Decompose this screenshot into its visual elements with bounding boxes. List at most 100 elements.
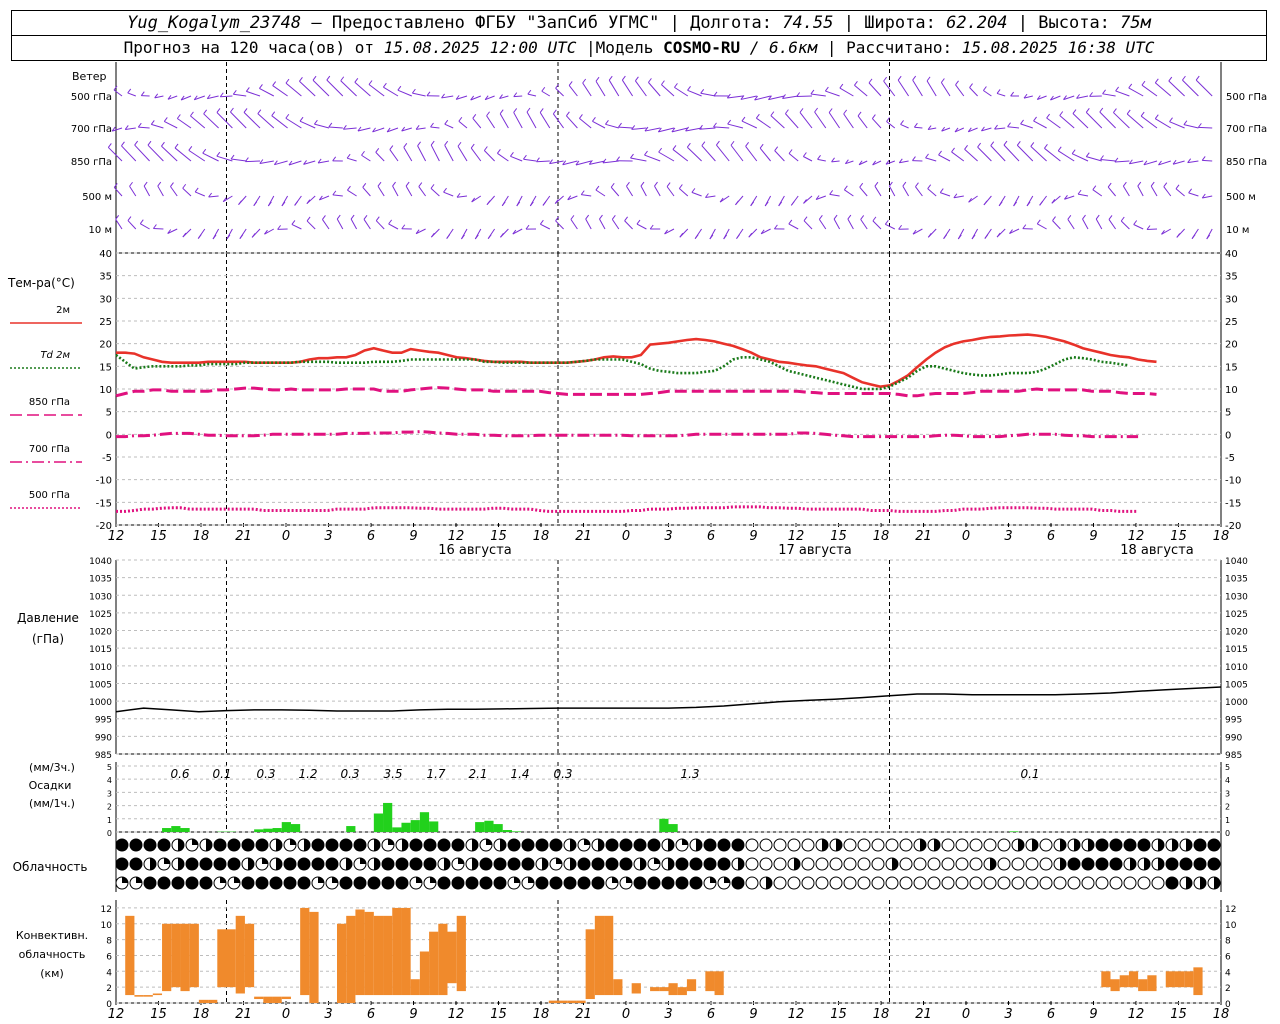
cloud-symbol — [605, 857, 619, 871]
wind-barb — [1187, 158, 1199, 164]
cloud-symbol-circle — [1081, 876, 1095, 890]
wind-barb-staff — [833, 218, 841, 230]
wind-barb-staff — [1020, 123, 1033, 129]
cloud-symbol — [1179, 857, 1193, 871]
wind-barb-staff — [579, 118, 592, 129]
conv-ytick-right: 10 — [1225, 921, 1237, 931]
conv-ytick-right: 4 — [1225, 968, 1231, 978]
cloud-symbol-fill — [220, 877, 226, 883]
wind-barb-staff — [630, 157, 647, 162]
wind-barb — [377, 181, 385, 197]
cloud-symbol — [1123, 876, 1137, 890]
cloud-symbol — [521, 857, 535, 871]
wind-barb-flag — [542, 201, 547, 206]
wind-barb — [1191, 228, 1199, 240]
wind-barb-staff — [230, 158, 247, 162]
temp-ytick: 0 — [106, 430, 112, 441]
conv-bar — [337, 923, 347, 1003]
cloud-symbol — [1109, 857, 1123, 871]
cloud-symbol-circle — [549, 876, 563, 890]
cloud-symbol-circle — [955, 876, 969, 890]
wind-barb — [871, 114, 882, 129]
cloud-symbol — [731, 857, 745, 871]
cloud-symbol-fill — [402, 839, 408, 851]
wind-barb — [678, 184, 689, 197]
cloud-symbol-circle — [521, 838, 535, 852]
cloud-symbol-circle — [871, 838, 885, 852]
conv-bar — [705, 971, 715, 992]
wind-barb — [113, 183, 123, 197]
wind-barb — [405, 181, 413, 197]
cloud-symbol-circle — [815, 857, 829, 871]
wind-barb — [605, 120, 619, 129]
cloud-symbol-fill — [276, 858, 282, 870]
wind-barb — [193, 95, 205, 101]
wind-barb-flag — [271, 111, 276, 116]
wind-barb-staff — [699, 127, 716, 130]
wind-barb — [167, 228, 178, 234]
wind-barb-flag — [611, 215, 616, 220]
wind-barb — [541, 86, 551, 97]
day-label: 18 августа — [1120, 543, 1194, 558]
cloud-symbol — [1179, 876, 1193, 890]
wind-barb — [1036, 95, 1047, 100]
wind-barb — [1052, 216, 1061, 230]
wind-barb-flag — [803, 216, 808, 222]
temp-ytick-right: 25 — [1225, 317, 1238, 328]
wind-barb-flag — [139, 219, 144, 224]
wind-barb-flag — [143, 181, 148, 187]
cloud-symbol-circle — [1039, 857, 1053, 871]
wind-barb — [483, 146, 495, 162]
cloud-symbol-circle — [199, 876, 213, 890]
cloud-symbol — [493, 876, 507, 890]
conv-bar — [1165, 971, 1175, 988]
wind-barb-staff — [190, 115, 206, 129]
wind-barb-flag — [913, 122, 918, 128]
wind-barb — [741, 116, 758, 129]
wind-barb-flag — [230, 107, 234, 113]
cloud-symbol-circle — [1067, 876, 1081, 890]
cloud-symbol — [1165, 838, 1179, 852]
wind-barb-flag — [1044, 144, 1048, 149]
wind-barb-flag — [527, 89, 532, 95]
wind-barb — [322, 215, 330, 230]
wind-barb-flag — [107, 143, 112, 148]
cloud-symbol — [633, 838, 647, 852]
cloud-symbol-fill — [1172, 839, 1178, 851]
wind-barb — [1102, 89, 1116, 97]
wind-barb-staff — [915, 186, 923, 197]
cloud-symbol — [703, 876, 717, 890]
cloud-symbol — [927, 857, 941, 871]
wind-barb-staff — [1195, 79, 1213, 97]
pressure-ytick: 1015 — [89, 645, 112, 655]
cloud-symbol-circle — [129, 857, 143, 871]
wind-barb-flag — [741, 116, 746, 122]
cloud-symbol — [241, 876, 255, 890]
cloud-symbol — [941, 838, 955, 852]
wind-barb — [764, 195, 772, 207]
wind-barb — [664, 228, 675, 235]
precip-bar — [180, 828, 190, 832]
wind-barb-flag — [759, 143, 764, 149]
conv-ytick-right: 2 — [1225, 984, 1231, 994]
temp-series-line — [115, 353, 1130, 391]
cloud-symbol-circle — [983, 876, 997, 890]
conv-bar — [392, 907, 402, 996]
cloud-symbol-fill — [640, 858, 646, 870]
wind-barb — [137, 122, 150, 129]
wind-barb-flag — [898, 224, 903, 230]
wind-barb-staff — [499, 113, 509, 129]
wind-barb-staff — [1046, 117, 1061, 129]
wind-barb-flag — [839, 83, 844, 89]
cloud-symbol-circle — [1109, 857, 1123, 871]
cloud-symbol — [367, 876, 381, 890]
wind-level-label-right: 850 гПа — [1226, 157, 1267, 168]
conv-bar — [355, 909, 365, 996]
wind-barb-staff — [121, 145, 137, 162]
wind-barb-staff — [1154, 82, 1172, 97]
wind-barb — [585, 214, 592, 230]
wind-barb-flag — [382, 82, 387, 88]
wind-barb — [1182, 75, 1199, 97]
cloud-symbol — [451, 876, 465, 890]
wind-barb — [226, 228, 233, 240]
